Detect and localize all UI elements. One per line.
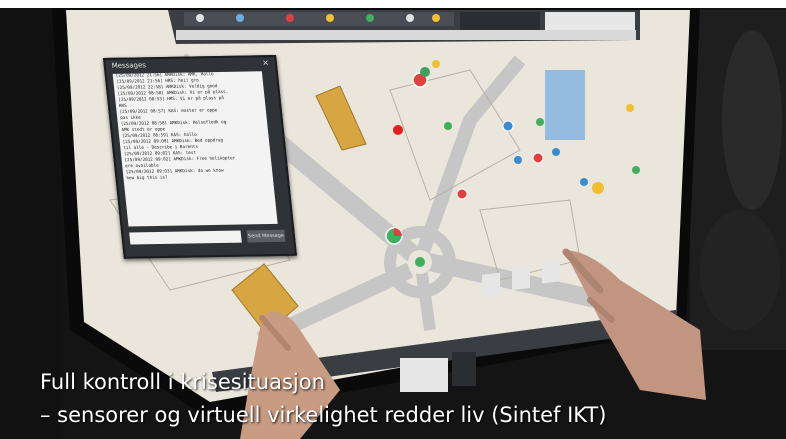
unit-marker [456,188,468,200]
messages-log: [25/09/2012 21:56] AMKDisk: AMK, Hallo [… [112,71,278,227]
unit-marker [514,156,522,164]
unit-marker [420,67,430,77]
unit-marker [552,148,560,156]
incident-marker [393,125,403,135]
send-message-button[interactable]: Send Message [246,229,286,243]
unit-marker [532,152,544,164]
unit-marker [580,178,588,186]
unit-marker [444,122,452,130]
unit-marker [592,182,604,194]
messages-panel[interactable]: Messages × [25/09/2012 21:56] AMKDisk: A… [103,54,297,259]
unit-marker [632,166,640,174]
message-input[interactable] [129,230,242,245]
unit-marker [626,104,634,112]
unit-marker [502,120,514,132]
unit-marker [415,257,425,267]
unit-marker [432,60,440,68]
messages-title: Messages [111,61,147,70]
caption-line-2: – sensorer og virtuell virkelighet redde… [40,403,607,427]
close-icon[interactable]: × [262,58,270,67]
top-frame [0,0,786,8]
caption-line-1: Full kontroll i krisesituasjon [40,370,325,394]
unit-marker [536,118,544,126]
